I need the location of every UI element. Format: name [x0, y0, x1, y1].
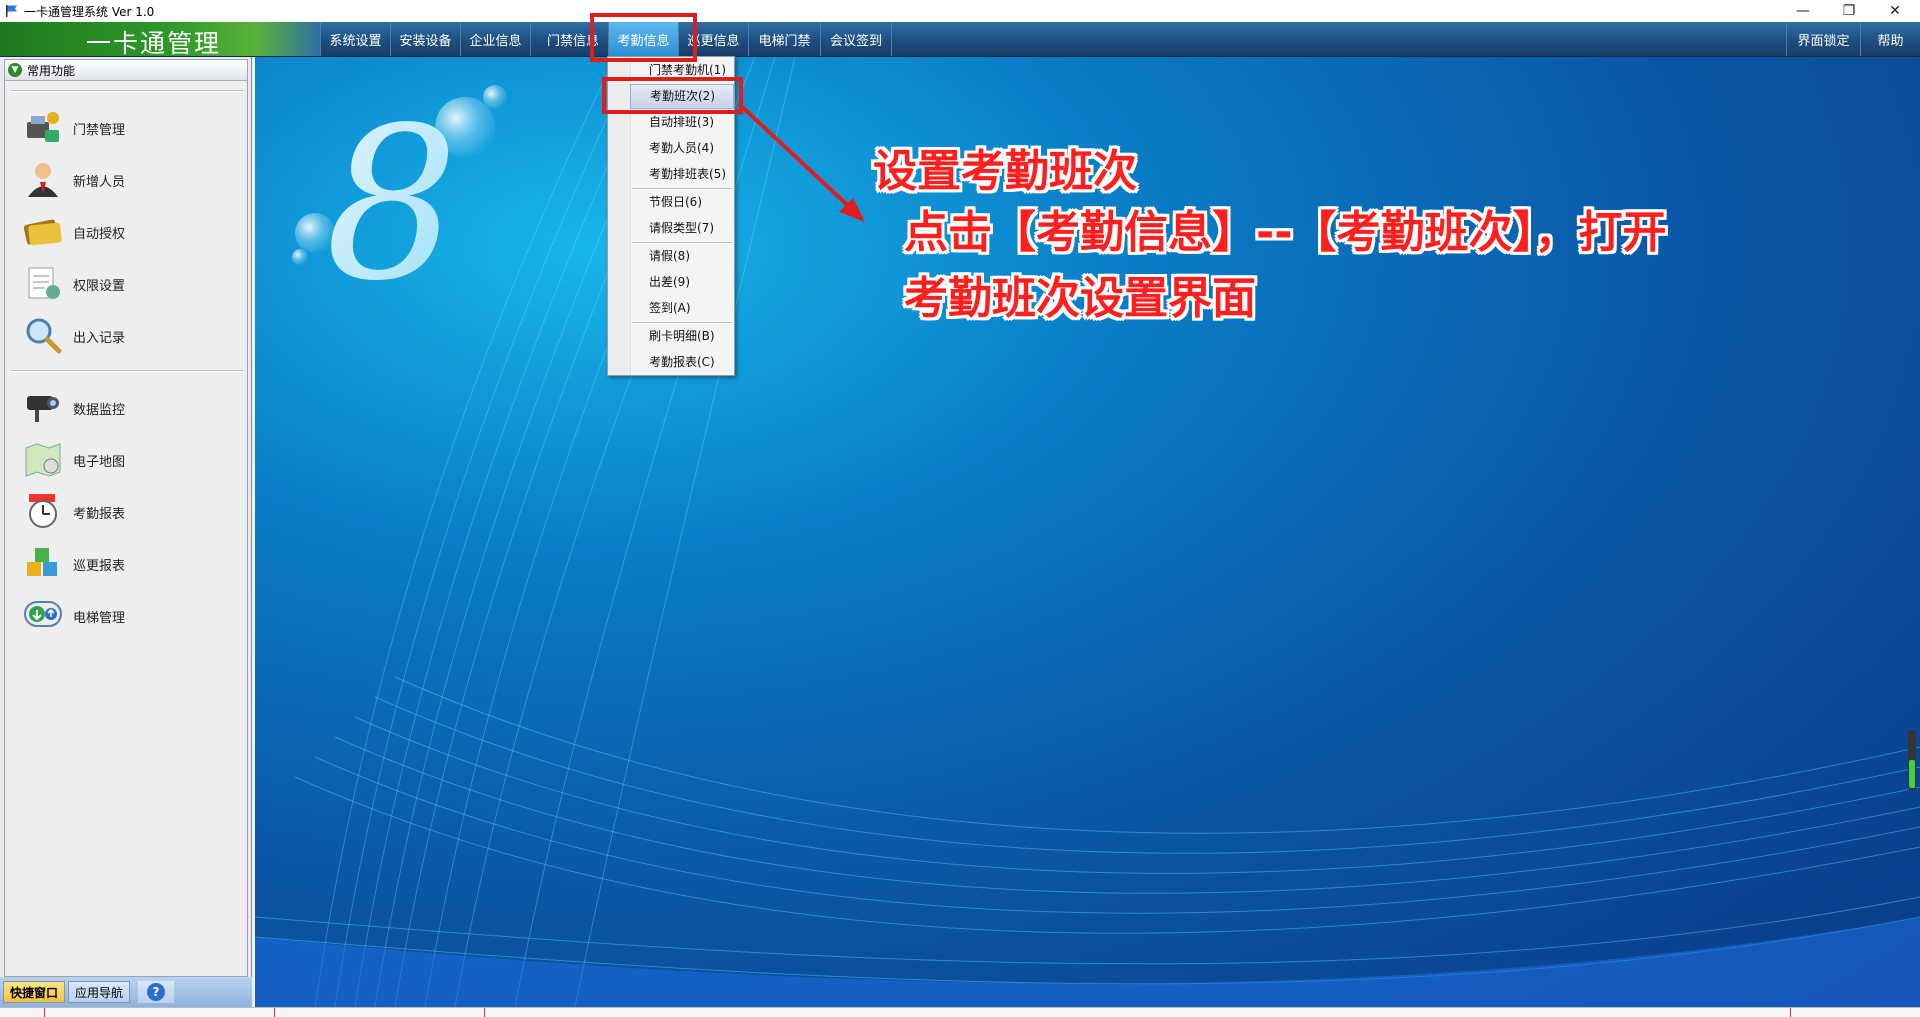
sidebar-item-access-control[interactable]: 门禁管理	[17, 104, 237, 150]
divider	[11, 370, 243, 372]
sidebar-item-e-map[interactable]: 电子地图	[17, 436, 237, 482]
sidebar-item-label: 自动授权	[73, 227, 126, 242]
collapse-icon[interactable]: ▼	[8, 63, 22, 77]
tab-quick-window[interactable]: 快捷窗口	[3, 981, 65, 1003]
menu-enterprise-info[interactable]: 企业信息	[460, 22, 530, 56]
sidebar-item-access-records[interactable]: 出入记录	[17, 312, 237, 358]
highlight-box-menu	[590, 13, 697, 62]
menu-item-leave-types[interactable]: 请假类型(7)	[630, 216, 734, 241]
divider	[11, 90, 243, 92]
sidebar-item-data-monitor[interactable]: 数据监控	[17, 384, 237, 430]
panel-header[interactable]: ▼ 常用功能	[5, 60, 247, 81]
menu-item-business-trip[interactable]: 出差(9)	[630, 270, 734, 295]
menu-item-holidays[interactable]: 节假日(6)	[630, 190, 734, 215]
sidebar-item-elevator[interactable]: 电梯管理	[17, 592, 237, 638]
title-bar: 一卡通管理系统 Ver 1.0 — ❐ ✕	[0, 0, 1920, 22]
annotation-line-2: 考勤班次设置界面	[904, 273, 1256, 324]
sidebar-item-label: 巡更报表	[73, 559, 126, 574]
annotation-line-1: 点击【考勤信息】--【考勤班次】，打开	[904, 207, 1667, 258]
sidebar: ▼ 常用功能 门禁管理 新增人员 自动授权 权限设置 出入记录 数据监控 电子地…	[0, 57, 252, 1007]
sidebar-item-label: 出入记录	[73, 331, 126, 346]
person-icon	[28, 163, 58, 197]
app-logo: 一卡通管理	[0, 22, 320, 58]
menu-bar: 一卡通管理 系统设置 安装设备 企业信息 门禁信息 考勤信息 巡更信息 电梯门禁…	[0, 22, 1920, 58]
menu-help[interactable]: 帮助	[1860, 22, 1920, 56]
sidebar-tabs: 快捷窗口 应用导航 ?	[0, 977, 252, 1007]
scroll-indicator[interactable]	[1908, 730, 1916, 790]
arrow-annotation	[737, 102, 865, 222]
help-tab[interactable]: ?	[138, 981, 174, 1003]
panel-title: 常用功能	[27, 64, 76, 78]
sidebar-item-new-person[interactable]: 新增人员	[17, 156, 237, 202]
logo-text: 一卡通管理	[86, 29, 222, 58]
menu-system-settings[interactable]: 系统设置	[320, 22, 390, 56]
help-icon[interactable]: ?	[147, 983, 165, 1001]
sidebar-item-permission-settings[interactable]: 权限设置	[17, 260, 237, 306]
close-button[interactable]: ✕	[1872, 0, 1918, 22]
menu-lock-ui[interactable]: 界面锁定	[1786, 22, 1860, 56]
magnifier-icon	[26, 318, 62, 354]
map-icon	[25, 443, 61, 477]
minimize-button[interactable]: —	[1780, 0, 1826, 22]
access-control-icon	[27, 112, 59, 142]
menu-item-leave[interactable]: 请假(8)	[630, 244, 734, 269]
sidebar-item-attendance-report[interactable]: 考勤报表	[17, 488, 237, 534]
sidebar-item-label: 数据监控	[73, 403, 126, 418]
menu-item-attendance-report[interactable]: 考勤报表(C)	[630, 350, 734, 375]
menu-item-schedule-table[interactable]: 考勤排班表(5)	[630, 162, 734, 187]
blocks-icon	[27, 548, 57, 576]
sidebar-item-label: 电子地图	[73, 455, 126, 470]
restore-button[interactable]: ❐	[1826, 0, 1872, 22]
shortcut-panel: ▼ 常用功能 门禁管理 新增人员 自动授权 权限设置 出入记录 数据监控 电子地…	[4, 59, 248, 977]
card-icon	[23, 219, 62, 246]
menu-item-swipe-details[interactable]: 刷卡明细(B)	[630, 324, 734, 349]
menu-item-sign-in[interactable]: 签到(A)	[630, 296, 734, 321]
sidebar-item-label: 考勤报表	[73, 507, 126, 522]
sidebar-item-label: 权限设置	[73, 279, 126, 294]
menu-install-device[interactable]: 安装设备	[390, 22, 460, 56]
window-title: 一卡通管理系统 Ver 1.0	[24, 5, 155, 19]
sidebar-item-auto-authorize[interactable]: 自动授权	[17, 208, 237, 254]
sidebar-item-label: 门禁管理	[73, 123, 126, 138]
sidebar-item-label: 新增人员	[73, 175, 126, 190]
sidebar-item-label: 电梯管理	[73, 611, 126, 626]
clock-icon	[29, 494, 57, 528]
highlight-box-shift	[602, 77, 743, 114]
menu-meeting-signin[interactable]: 会议签到	[820, 22, 892, 56]
menu-elevator-access[interactable]: 电梯门禁	[748, 22, 820, 56]
sidebar-item-patrol-report[interactable]: 巡更报表	[17, 540, 237, 586]
tab-app-nav[interactable]: 应用导航	[68, 981, 130, 1003]
menu-item-attendance-staff[interactable]: 考勤人员(4)	[630, 136, 734, 161]
annotation-heading: 设置考勤班次	[873, 146, 1137, 197]
scroll-indicator-fill	[1909, 760, 1915, 788]
document-icon	[28, 267, 60, 299]
app-flag-icon	[6, 5, 17, 17]
camera-icon	[27, 396, 59, 422]
elevator-icon	[24, 601, 62, 627]
